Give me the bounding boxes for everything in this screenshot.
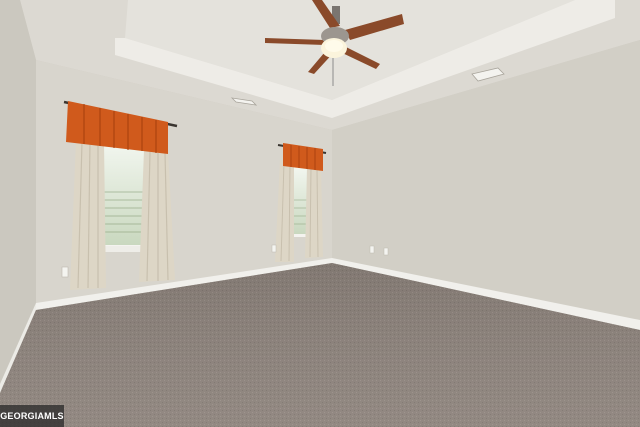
outlet-left-wall	[61, 266, 69, 278]
room-photo: GEORGIAMLS	[0, 0, 640, 427]
outlet-right-wall-1	[369, 245, 375, 254]
outlet-back-wall	[271, 244, 277, 253]
room-illustration	[0, 0, 640, 427]
right-curtain-panel-right	[305, 166, 323, 258]
outlet-right-wall-2	[383, 247, 389, 256]
mls-watermark: GEORGIAMLS	[0, 405, 64, 427]
